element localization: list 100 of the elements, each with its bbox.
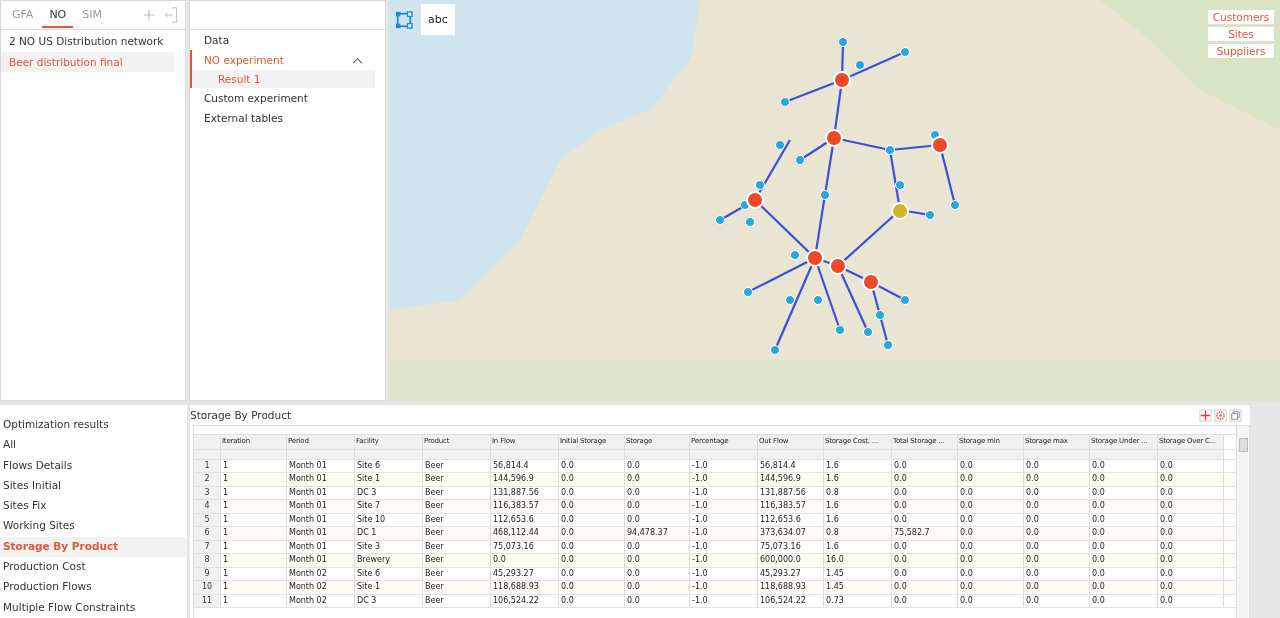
collapse-panel-icon[interactable] (164, 7, 178, 23)
table-cell: Site 10 (355, 513, 423, 526)
filter-cell[interactable] (287, 449, 355, 459)
table-cell: -1.0 (690, 486, 758, 499)
table-cell: 0.0 (625, 486, 690, 499)
filter-cell[interactable] (690, 449, 758, 459)
tree-item[interactable]: External tables (190, 108, 375, 128)
table-cell: 0.0 (559, 473, 625, 486)
filter-cell[interactable] (1024, 449, 1090, 459)
result-item[interactable]: All (0, 435, 187, 456)
table-cell: 0.0 (1090, 554, 1158, 567)
table-cell: 0.0 (892, 486, 958, 499)
filter-cell[interactable] (1158, 449, 1224, 459)
table-cell: 45,293.27 (491, 567, 559, 580)
layer-button[interactable]: Customers (1208, 10, 1274, 24)
filter-cell[interactable] (559, 449, 625, 459)
table-cell: 1 (221, 459, 287, 472)
table-cell: 0.0 (1090, 459, 1158, 472)
filter-cell[interactable] (491, 449, 559, 459)
filter-cell[interactable] (423, 449, 491, 459)
table-cell: 0.0 (1024, 581, 1090, 594)
table-cell: Site 1 (355, 473, 423, 486)
table-cell: 1 (221, 473, 287, 486)
label-toggle-button[interactable]: abc (421, 4, 455, 35)
tree-item[interactable]: Data (190, 30, 375, 50)
result-item[interactable]: Sites Fix (0, 496, 187, 517)
filter-cell[interactable] (892, 449, 958, 459)
filter-cell[interactable] (824, 449, 892, 459)
row-number: 6 (194, 527, 221, 540)
grid-add-icon[interactable] (1199, 408, 1212, 422)
filter-cell[interactable] (355, 449, 423, 459)
table-cell: 0.0 (625, 473, 690, 486)
table-cell: 0.0 (559, 527, 625, 540)
table-cell: 144,596.9 (491, 473, 559, 486)
table-cell: 56,814.4 (491, 459, 559, 472)
chevron-icon[interactable] (352, 56, 363, 64)
table-cell: 0.0 (1024, 527, 1090, 540)
table-cell: 0.0 (491, 554, 559, 567)
result-item[interactable]: Production Cost (0, 557, 187, 578)
table-cell: 0.0 (1158, 594, 1224, 607)
filter-cell[interactable] (625, 449, 690, 459)
settings-icon[interactable] (1214, 408, 1227, 422)
project-item[interactable]: 2 NO US Distribution network (1, 31, 174, 51)
table-cell: 0.0 (958, 500, 1024, 513)
table-cell: -1.0 (690, 500, 758, 513)
add-icon[interactable] (142, 7, 156, 23)
table-cell: 468,112.44 (491, 527, 559, 540)
filter-cell[interactable] (1090, 449, 1158, 459)
result-item[interactable]: Production Flows (0, 577, 187, 598)
table-cell: 0.0 (958, 581, 1024, 594)
table-cell: Month 02 (287, 594, 355, 607)
table-cell: 0.0 (1024, 500, 1090, 513)
table-cell: -1.0 (690, 554, 758, 567)
table-cell: 0.0 (1024, 513, 1090, 526)
table-cell: 0.8 (824, 527, 892, 540)
tab[interactable]: NO (42, 2, 74, 28)
table-cell: 0.0 (625, 594, 690, 607)
table-cell: 1 (221, 594, 287, 607)
result-item[interactable]: Sites Initial (0, 475, 187, 497)
filter-cell[interactable] (758, 449, 824, 459)
table-cell: 0.0 (1090, 500, 1158, 513)
layer-button[interactable]: Sites (1208, 27, 1274, 41)
table-cell: Beer (423, 554, 491, 567)
table-cell: 0.0 (1024, 473, 1090, 486)
table-cell: 106,524.22 (491, 594, 559, 607)
filter-cell[interactable] (221, 449, 287, 459)
table-cell: 0.0 (1158, 513, 1224, 526)
table-cell: 0.0 (559, 594, 625, 607)
table-cell: 0.0 (1158, 527, 1224, 540)
table-cell: 1.45 (824, 567, 892, 580)
table-cell: 45,293.27 (758, 567, 824, 580)
maximize-icon[interactable] (1229, 408, 1242, 422)
filter-cell[interactable] (958, 449, 1024, 459)
table-cell: Beer (423, 500, 491, 513)
result-item[interactable]: Optimization results (0, 415, 187, 436)
table-cell: 0.0 (892, 554, 958, 567)
result-item[interactable]: Multiple Flow Constraints (0, 597, 187, 618)
table-cell: 0.0 (1158, 486, 1224, 499)
table-cell: 0.0 (625, 554, 690, 567)
table-cell: 1 (221, 527, 287, 540)
table-cell: Month 01 (287, 486, 355, 499)
table-cell: 0.0 (625, 581, 690, 594)
table-cell: 1 (221, 567, 287, 580)
table-cell: 0.0 (892, 500, 958, 513)
tree-item[interactable]: Custom experiment (190, 88, 375, 108)
table-cell: 0.0 (1090, 540, 1158, 553)
table-cell: 1.6 (824, 459, 892, 472)
table-cell: 0.0 (559, 554, 625, 567)
table-cell: Beer (423, 594, 491, 607)
table-cell: 0.0 (1158, 500, 1224, 513)
result-item[interactable]: Working Sites (0, 516, 187, 537)
layer-button[interactable]: Suppliers (1208, 44, 1274, 58)
result-item[interactable]: Flows Details (0, 455, 187, 476)
scrollbar[interactable] (1236, 426, 1249, 618)
table-cell: 131,887.56 (758, 486, 824, 499)
table-cell: 0.0 (1090, 581, 1158, 594)
table-cell: 1.6 (824, 513, 892, 526)
table-cell: 0.0 (958, 554, 1024, 567)
table-cell: 0.0 (1158, 581, 1224, 594)
selection-icon[interactable] (395, 10, 413, 29)
